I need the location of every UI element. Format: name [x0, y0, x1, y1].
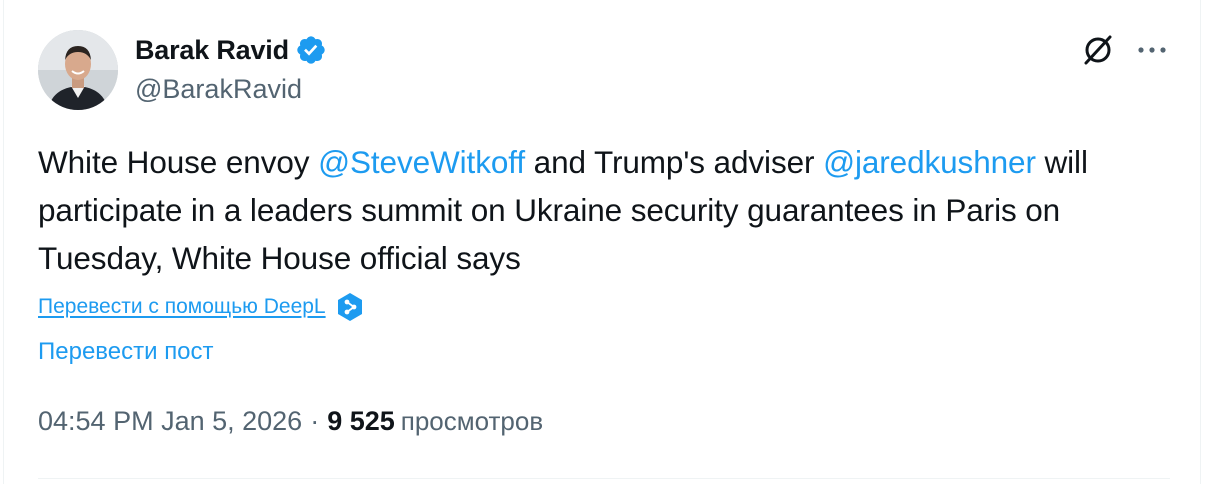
tweet-card: Barak Ravid @BarakRavid White House envo… [3, 0, 1201, 484]
deepl-translate-row: Перевести с помощью DeepL [38, 290, 364, 324]
more-horizontal-icon [1138, 47, 1166, 53]
grok-button[interactable] [1076, 28, 1120, 72]
translate-post-link[interactable]: Перевести пост [38, 338, 214, 366]
author-name-row: Barak Ravid [135, 32, 327, 68]
deepl-icon[interactable] [336, 292, 364, 322]
tweet-text-segment: White House envoy [38, 144, 319, 180]
mention-link[interactable]: @jaredkushner [823, 144, 1036, 180]
more-options-button[interactable] [1130, 28, 1174, 72]
divider [38, 478, 1170, 479]
mention-link[interactable]: @SteveWitkoff [318, 144, 525, 180]
tweet-text-segment: and Trump's adviser [525, 144, 824, 180]
tweet-text: White House envoy @SteveWitkoff and Trum… [38, 138, 1168, 282]
views-count: 9 525 [327, 406, 395, 436]
views-label: просмотров [400, 406, 544, 436]
avatar-photo [38, 30, 118, 110]
verified-badge-icon[interactable] [295, 34, 327, 66]
author-handle[interactable]: @BarakRavid [135, 74, 302, 105]
deepl-translate-link[interactable]: Перевести с помощью DeepL [38, 295, 326, 319]
meta-separator: · [310, 406, 320, 436]
author-display-name[interactable]: Barak Ravid [135, 35, 289, 66]
tweet-timestamp[interactable]: 04:54 PM Jan 5, 2026 [38, 406, 302, 437]
tweet-meta: 04:54 PM Jan 5, 2026 · 9 525 просмотров [38, 406, 543, 437]
grok-icon [1084, 35, 1112, 65]
avatar[interactable] [38, 30, 118, 110]
